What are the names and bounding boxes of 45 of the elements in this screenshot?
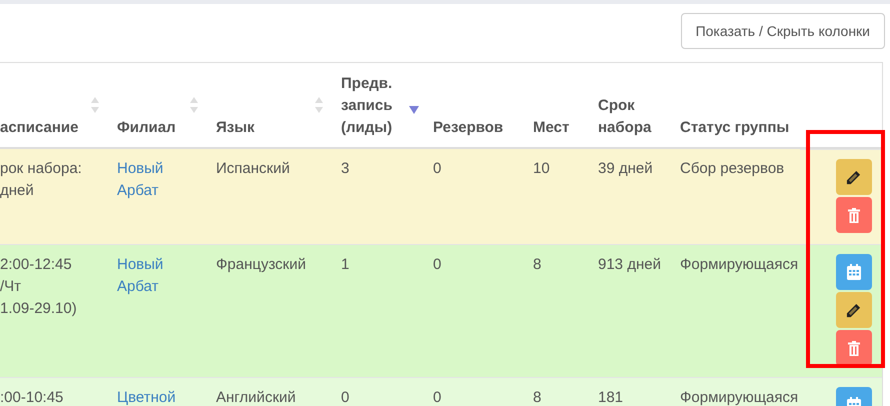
trash-icon <box>848 340 860 356</box>
branch-link[interactable]: Новый Арбат <box>117 158 200 202</box>
table-cell-text: 39 дней <box>598 159 654 179</box>
table-cell-text: 0 <box>433 254 442 274</box>
calendar-icon <box>846 264 860 280</box>
column-header[interactable]: асписание <box>0 69 101 139</box>
table-cell-text: 8 <box>533 254 542 274</box>
table-cell-text: 2:00-12:45 <box>0 254 73 274</box>
branch-link[interactable]: Цветной <box>117 386 200 406</box>
column-header[interactable]: Филиал <box>117 69 200 139</box>
edit-button[interactable] <box>836 292 872 328</box>
table-cell-text: 181 <box>598 388 624 406</box>
show-hide-columns-button[interactable]: Показать / Скрыть колонки <box>680 13 885 49</box>
table-cell-text: :00-10:45 <box>0 388 64 406</box>
table-cell-text: 913 дней <box>598 254 662 274</box>
table-cell-text: 1.09-29.10) <box>0 298 78 318</box>
table-cell-text: Испанский <box>216 159 291 179</box>
pencil-icon <box>846 302 861 318</box>
table-cell-text: /Чт <box>0 276 22 296</box>
branch-link[interactable]: Новый Арбат <box>117 254 200 298</box>
column-header[interactable]: Язык <box>216 69 325 139</box>
table-cell-text: 3 <box>341 159 350 179</box>
pencil-icon <box>846 170 861 184</box>
table-cell-text: Формирующаяся <box>680 254 800 274</box>
column-header: Срок набора <box>598 96 652 138</box>
table-cell-text: 0 <box>433 388 442 406</box>
table-cell-text: 1 <box>341 254 350 274</box>
delete-button[interactable] <box>836 330 872 366</box>
table-cell-text: 10 <box>533 159 551 179</box>
table-cell-text: 0 <box>433 159 442 179</box>
column-header: Мест <box>533 118 570 138</box>
edit-button[interactable] <box>836 159 872 195</box>
table-cell-text: 8 <box>533 388 542 406</box>
column-header: Статус группы <box>680 118 790 138</box>
table-cell-text: Английский <box>216 388 297 406</box>
table-cell-text: Сбор резервов <box>680 159 786 179</box>
sort-descending-icon[interactable] <box>409 106 419 114</box>
column-header[interactable]: Предв. запись (лиды) <box>341 69 417 139</box>
table-cell-text: рок набора: <box>0 159 83 179</box>
trash-icon <box>848 208 860 222</box>
table-cell-text: 0 <box>341 388 350 406</box>
table-cell-text: дней <box>0 181 35 201</box>
column-header: Резервов <box>433 118 504 138</box>
table-cell-text: Формирующаяся <box>680 388 800 406</box>
table-cell-text: Французский <box>216 254 307 274</box>
